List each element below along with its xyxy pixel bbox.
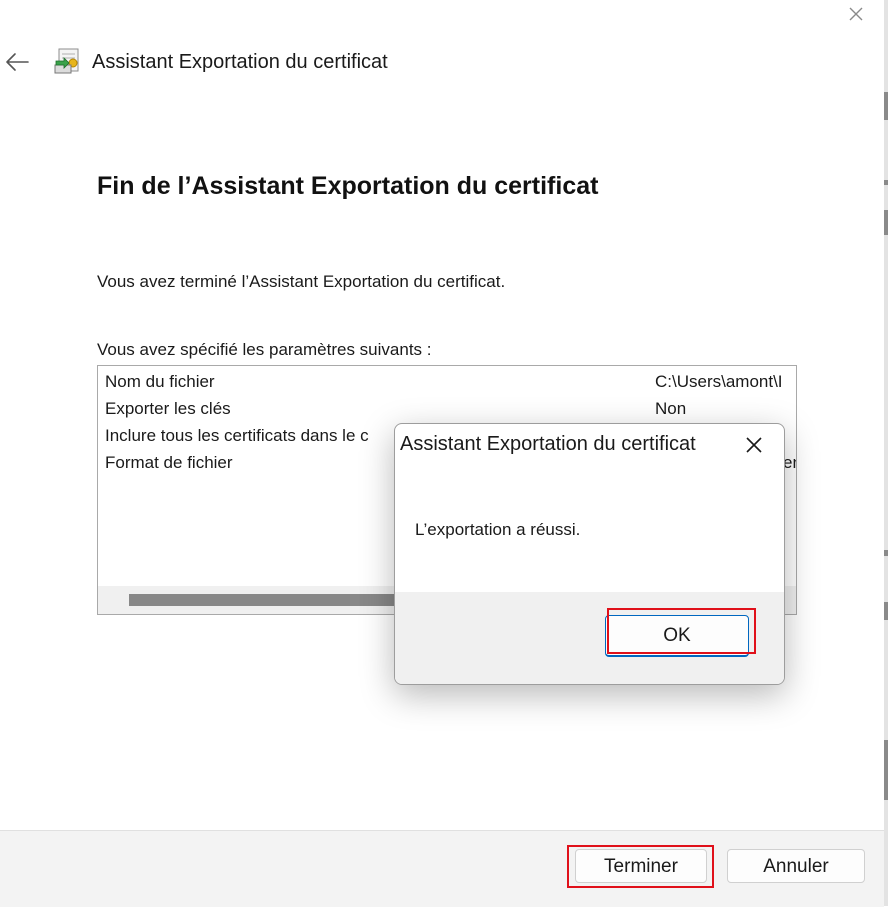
dialog-title: Assistant Exportation du certificat [400, 433, 696, 455]
page-heading: Fin de l’Assistant Exportation du certif… [97, 172, 599, 200]
parameters-label: Vous avez spécifié les paramètres suivan… [97, 340, 432, 359]
certificate-export-icon [54, 48, 79, 74]
background-window-edge [884, 0, 888, 906]
setting-key: Nom du fichier [105, 372, 215, 391]
list-item[interactable]: Nom du fichier C:\Users\amont\I [98, 368, 796, 395]
cancel-button[interactable]: Annuler [727, 849, 865, 883]
completion-text: Vous avez terminé l’Assistant Exportatio… [97, 272, 506, 291]
back-arrow-icon[interactable] [4, 50, 30, 74]
ok-button[interactable]: OK [605, 615, 749, 657]
setting-key: Format de fichier [105, 453, 233, 472]
dialog-message: L’exportation a réussi. [415, 520, 581, 539]
setting-value: en [783, 453, 796, 472]
list-item[interactable]: Exporter les clés Non [98, 395, 796, 422]
wizard-title: Assistant Exportation du certificat [92, 51, 388, 73]
setting-key: Inclure tous les certificats dans le c [105, 426, 369, 445]
setting-key: Exporter les clés [105, 399, 231, 418]
setting-value: C:\Users\amont\I [655, 372, 783, 391]
close-icon[interactable] [844, 2, 868, 26]
setting-value: Non [655, 399, 687, 418]
close-icon[interactable] [743, 434, 765, 456]
finish-button[interactable]: Terminer [575, 849, 707, 883]
